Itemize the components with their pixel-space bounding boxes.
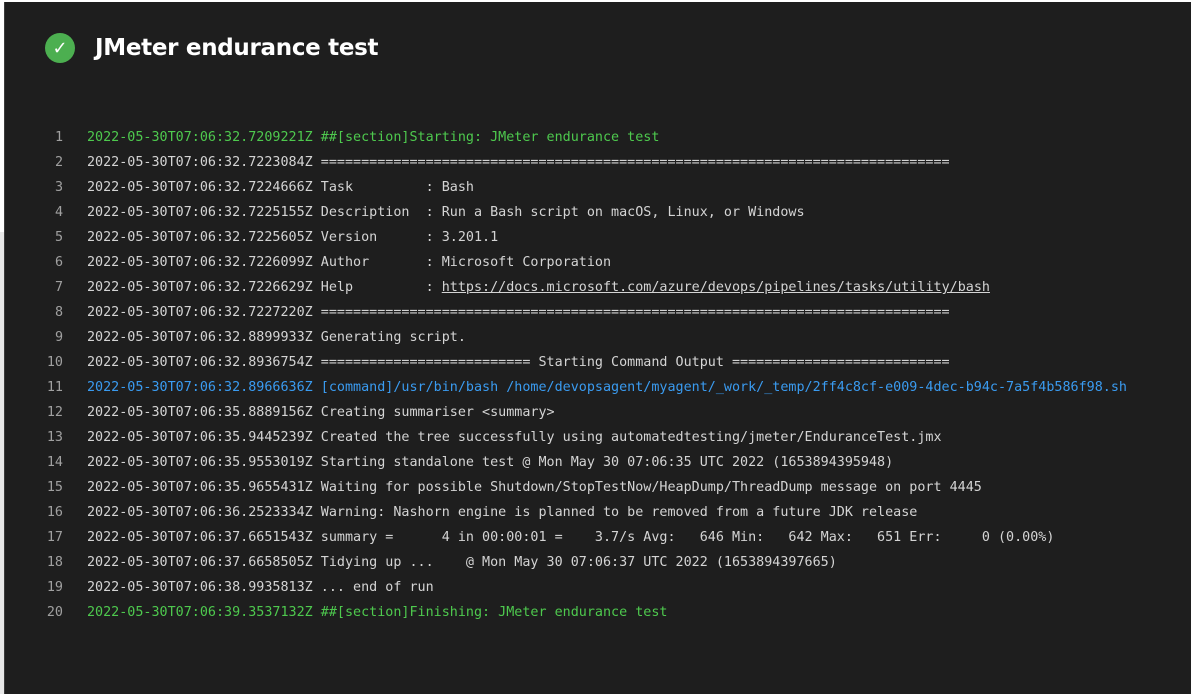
line-number[interactable]: 2 — [5, 150, 87, 175]
line-text: 2022-05-30T07:06:32.7225605Z Version : 3… — [87, 230, 499, 245]
line-number[interactable]: 5 — [5, 225, 87, 250]
log-line: 20 2022-05-30T07:06:39.3537132Z ##[sectio… — [5, 600, 1127, 625]
log-output: 1 2022-05-30T07:06:32.7209221Z ##[section… — [5, 125, 1127, 625]
line-number[interactable]: 13 — [5, 425, 87, 450]
line-number[interactable]: 4 — [5, 200, 87, 225]
line-text: 2022-05-30T07:06:32.7209221Z ##[section]… — [87, 130, 660, 145]
log-line: 9 2022-05-30T07:06:32.8899933Z Generating… — [5, 325, 1127, 350]
line-text: 2022-05-30T07:06:32.8899933Z Generating … — [87, 330, 466, 345]
log-line: 5 2022-05-30T07:06:32.7225605Z Version : … — [5, 225, 1127, 250]
line-number[interactable]: 17 — [5, 525, 87, 550]
log-line: 6 2022-05-30T07:06:32.7226099Z Author : M… — [5, 250, 1127, 275]
line-prefix: 2022-05-30T07:06:32.7226629Z Help : — [87, 280, 442, 295]
line-text: 2022-05-30T07:06:32.7226099Z Author : Mi… — [87, 255, 612, 270]
line-text: 2022-05-30T07:06:32.8936754Z ===========… — [87, 355, 950, 370]
line-number[interactable]: 20 — [5, 600, 87, 625]
line-number[interactable]: 10 — [5, 350, 87, 375]
log-line: 4 2022-05-30T07:06:32.7225155Z Descriptio… — [5, 200, 1127, 225]
line-text: 2022-05-30T07:06:32.7227220Z ===========… — [87, 305, 950, 320]
log-line: 8 2022-05-30T07:06:32.7227220Z ==========… — [5, 300, 1127, 325]
line-text: 2022-05-30T07:06:35.8889156Z Creating su… — [87, 405, 555, 420]
log-line: 13 2022-05-30T07:06:35.9445239Z Created t… — [5, 425, 1127, 450]
line-text: 2022-05-30T07:06:35.9553019Z Starting st… — [87, 455, 894, 470]
log-line: 14 2022-05-30T07:06:35.9553019Z Starting … — [5, 450, 1127, 475]
line-text: 2022-05-30T07:06:32.7226629Z Help : http… — [87, 275, 990, 300]
line-text: 2022-05-30T07:06:35.9445239Z Created the… — [87, 430, 942, 445]
log-line: 3 2022-05-30T07:06:32.7224666Z Task : Bas… — [5, 175, 1127, 200]
line-number[interactable]: 15 — [5, 475, 87, 500]
log-line: 19 2022-05-30T07:06:38.9935813Z ... end o… — [5, 575, 1127, 600]
page-title: JMeter endurance test — [95, 35, 379, 61]
line-text: 2022-05-30T07:06:32.7223084Z ===========… — [87, 155, 950, 170]
line-number[interactable]: 7 — [5, 275, 87, 300]
log-line: 18 2022-05-30T07:06:37.6658505Z Tidying u… — [5, 550, 1127, 575]
log-line: 11 2022-05-30T07:06:32.8966636Z [command]… — [5, 375, 1127, 400]
line-text: 2022-05-30T07:06:32.8966636Z [command]/u… — [87, 380, 1127, 395]
line-text: 2022-05-30T07:06:32.7224666Z Task : Bash — [87, 180, 474, 195]
line-text: 2022-05-30T07:06:36.2523334Z Warning: Na… — [87, 505, 918, 520]
log-line: 15 2022-05-30T07:06:35.9655431Z Waiting f… — [5, 475, 1127, 500]
line-text: 2022-05-30T07:06:39.3537132Z ##[section]… — [87, 605, 668, 620]
log-line: 16 2022-05-30T07:06:36.2523334Z Warning: … — [5, 500, 1127, 525]
log-line: 1 2022-05-30T07:06:32.7209221Z ##[section… — [5, 125, 1127, 150]
line-number[interactable]: 12 — [5, 400, 87, 425]
line-number[interactable]: 8 — [5, 300, 87, 325]
line-number[interactable]: 19 — [5, 575, 87, 600]
line-number[interactable]: 6 — [5, 250, 87, 275]
line-number[interactable]: 16 — [5, 500, 87, 525]
line-number[interactable]: 14 — [5, 450, 87, 475]
line-text: 2022-05-30T07:06:37.6658505Z Tidying up … — [87, 555, 837, 570]
log-line: 17 2022-05-30T07:06:37.6651543Z summary =… — [5, 525, 1127, 550]
log-panel: ✓ JMeter endurance test 1 2022-05-30T07:0… — [4, 2, 1191, 694]
help-link[interactable]: https://docs.microsoft.com/azure/devops/… — [442, 280, 990, 295]
log-line: 7 2022-05-30T07:06:32.7226629Z Help : htt… — [5, 275, 1127, 300]
line-text: 2022-05-30T07:06:35.9655431Z Waiting for… — [87, 480, 982, 495]
log-line: 10 2022-05-30T07:06:32.8936754Z =========… — [5, 350, 1127, 375]
job-header: ✓ JMeter endurance test — [45, 32, 379, 64]
line-number[interactable]: 3 — [5, 175, 87, 200]
line-text: 2022-05-30T07:06:38.9935813Z ... end of … — [87, 580, 434, 595]
line-number[interactable]: 18 — [5, 550, 87, 575]
line-number[interactable]: 11 — [5, 375, 87, 400]
log-line: 12 2022-05-30T07:06:35.8889156Z Creating … — [5, 400, 1127, 425]
line-text: 2022-05-30T07:06:37.6651543Z summary = 4… — [87, 530, 1055, 545]
log-line: 2 2022-05-30T07:06:32.7223084Z ==========… — [5, 150, 1127, 175]
line-text: 2022-05-30T07:06:32.7225155Z Description… — [87, 205, 805, 220]
line-number[interactable]: 9 — [5, 325, 87, 350]
line-number[interactable]: 1 — [5, 125, 87, 150]
check-circle-icon: ✓ — [45, 33, 75, 63]
